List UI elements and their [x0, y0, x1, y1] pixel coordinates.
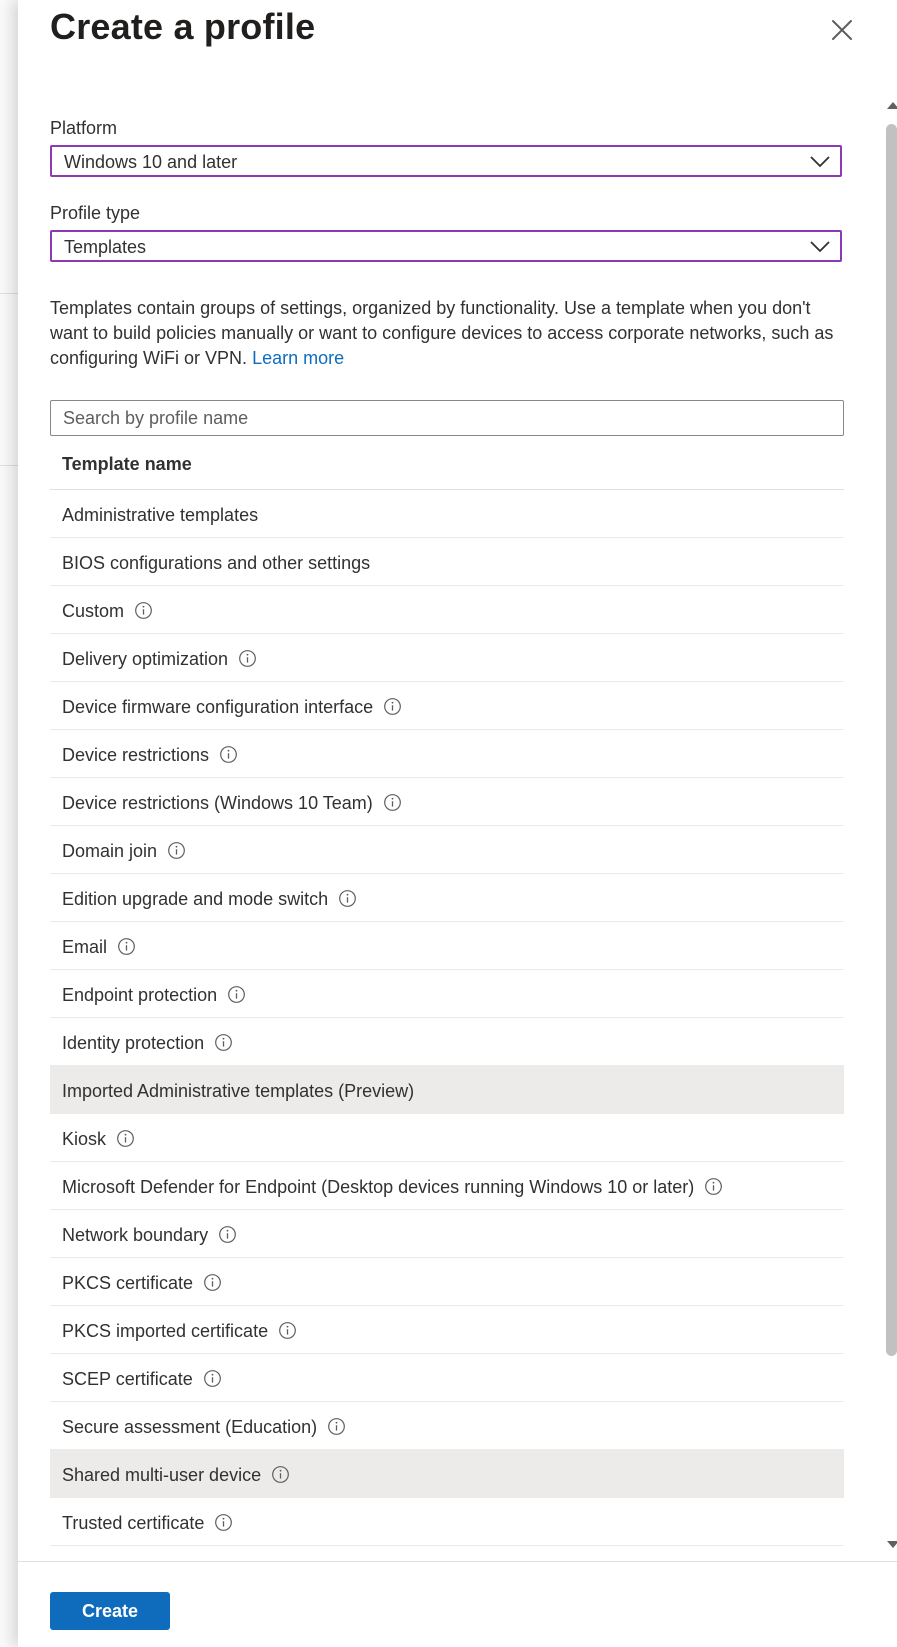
- close-button[interactable]: [828, 16, 856, 44]
- table-row[interactable]: Microsoft Defender for Endpoint (Desktop…: [50, 1162, 844, 1210]
- info-icon[interactable]: [218, 1225, 237, 1244]
- template-name: Kiosk: [62, 1129, 135, 1150]
- template-name: Shared multi-user device: [62, 1465, 290, 1486]
- table-row[interactable]: Edition upgrade and mode switch: [50, 874, 844, 922]
- platform-label: Platform: [50, 118, 118, 138]
- info-icon[interactable]: [116, 1129, 135, 1148]
- chevron-down-icon: [810, 241, 830, 253]
- profile-type-value: Templates: [64, 237, 147, 257]
- search-input[interactable]: [50, 400, 844, 436]
- table-row[interactable]: PKCS certificate: [50, 1258, 844, 1306]
- template-name: SCEP certificate: [62, 1369, 222, 1390]
- create-profile-panel: Create a profile Platform Windows 10 and…: [18, 0, 897, 1647]
- table-row[interactable]: Trusted certificate: [50, 1498, 844, 1546]
- template-name: BIOS configurations and other settings: [62, 553, 371, 573]
- template-name: PKCS certificate: [62, 1273, 222, 1294]
- scroll-up-arrow-icon[interactable]: [887, 102, 897, 109]
- scrollbar-thumb[interactable]: [886, 124, 897, 1356]
- table-row[interactable]: Email: [50, 922, 844, 970]
- table-row[interactable]: Administrative templates: [50, 490, 844, 538]
- table-row[interactable]: Network boundary: [50, 1210, 844, 1258]
- info-icon[interactable]: [117, 937, 136, 956]
- info-icon[interactable]: [278, 1321, 297, 1340]
- template-name: Device restrictions: [62, 745, 238, 766]
- description-text: Templates contain groups of settings, or…: [50, 298, 834, 368]
- template-name: Imported Administrative templates (Previ…: [62, 1081, 415, 1101]
- table-row[interactable]: Identity protection: [50, 1018, 844, 1066]
- table-row[interactable]: Device restrictions: [50, 730, 844, 778]
- template-name: Device restrictions (Windows 10 Team): [62, 793, 402, 814]
- info-icon[interactable]: [327, 1417, 346, 1436]
- template-name: Microsoft Defender for Endpoint (Desktop…: [62, 1177, 723, 1198]
- template-list: Administrative templates BIOS configurati…: [50, 490, 844, 1557]
- learn-more-link[interactable]: Learn more: [252, 348, 344, 368]
- profile-type-dropdown[interactable]: Templates: [50, 230, 842, 262]
- table-row[interactable]: Domain join: [50, 826, 844, 874]
- table-row[interactable]: Secure assessment (Education): [50, 1402, 844, 1450]
- table-row[interactable]: PKCS imported certificate: [50, 1306, 844, 1354]
- templates-description: Templates contain groups of settings, or…: [50, 296, 850, 371]
- template-name: Network boundary: [62, 1225, 237, 1246]
- background-page: [0, 0, 18, 1647]
- table-row[interactable]: Custom: [50, 586, 844, 634]
- info-icon[interactable]: [704, 1177, 723, 1196]
- info-icon[interactable]: [383, 697, 402, 716]
- info-icon[interactable]: [214, 1033, 233, 1052]
- background-divider: [0, 293, 18, 294]
- template-name: Delivery optimization: [62, 649, 257, 670]
- info-icon[interactable]: [227, 985, 246, 1004]
- template-name: Domain join: [62, 841, 186, 862]
- template-name: Custom: [62, 601, 153, 622]
- table-row[interactable]: SCEP certificate: [50, 1354, 844, 1402]
- info-icon[interactable]: [167, 841, 186, 860]
- info-icon[interactable]: [203, 1369, 222, 1388]
- platform-value: Windows 10 and later: [64, 152, 238, 172]
- info-icon[interactable]: [214, 1513, 233, 1532]
- table-row[interactable]: Kiosk: [50, 1114, 844, 1162]
- table-row[interactable]: Imported Administrative templates (Previ…: [50, 1066, 844, 1114]
- template-name: Edition upgrade and mode switch: [62, 889, 357, 910]
- close-icon: [832, 20, 852, 40]
- template-name: PKCS imported certificate: [62, 1321, 297, 1342]
- chevron-down-icon: [810, 156, 830, 168]
- table-row[interactable]: [50, 1546, 844, 1557]
- table-row[interactable]: Device firmware configuration interface: [50, 682, 844, 730]
- table-row[interactable]: Shared multi-user device: [50, 1450, 844, 1498]
- info-icon[interactable]: [271, 1465, 290, 1484]
- template-name: Trusted certificate: [62, 1513, 233, 1534]
- info-icon[interactable]: [383, 793, 402, 812]
- info-icon[interactable]: [238, 649, 257, 668]
- template-name: Secure assessment (Education): [62, 1417, 346, 1438]
- create-button[interactable]: Create: [50, 1592, 170, 1630]
- scroll-down-arrow-icon[interactable]: [887, 1541, 897, 1548]
- info-icon[interactable]: [338, 889, 357, 908]
- info-icon[interactable]: [203, 1273, 222, 1292]
- scrollbar[interactable]: [880, 92, 897, 1560]
- platform-dropdown[interactable]: Windows 10 and later: [50, 145, 842, 177]
- column-header-template-name[interactable]: Template name: [62, 454, 192, 475]
- table-row[interactable]: Device restrictions (Windows 10 Team): [50, 778, 844, 826]
- table-row[interactable]: Delivery optimization: [50, 634, 844, 682]
- table-header: Template name: [50, 446, 844, 490]
- template-name: Email: [62, 937, 136, 958]
- profile-type-label: Profile type: [50, 203, 141, 223]
- table-row[interactable]: Endpoint protection: [50, 970, 844, 1018]
- template-name: Administrative templates: [62, 505, 259, 525]
- table-row[interactable]: BIOS configurations and other settings: [50, 538, 844, 586]
- background-divider: [0, 465, 18, 466]
- template-name: Endpoint protection: [62, 985, 246, 1006]
- footer-divider: [18, 1561, 897, 1562]
- template-name: Identity protection: [62, 1033, 233, 1054]
- info-icon[interactable]: [134, 601, 153, 620]
- panel-title: Create a profile: [50, 6, 316, 47]
- info-icon[interactable]: [219, 745, 238, 764]
- template-name: Device firmware configuration interface: [62, 697, 402, 718]
